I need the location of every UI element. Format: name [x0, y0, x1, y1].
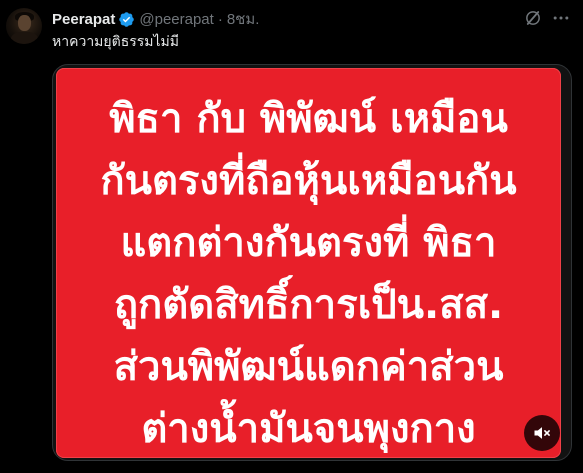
- verified-badge-icon: [118, 11, 135, 28]
- avatar-body: [11, 32, 38, 44]
- speaker-muted-icon: [534, 427, 550, 439]
- avatar[interactable]: [6, 8, 42, 44]
- video-text-line: ส่วนพิพัฒน์แดกค่าส่วน: [113, 344, 504, 390]
- video-text-line: พิธา กับ พิพัฒน์ เหมือน: [109, 96, 508, 142]
- mute-button[interactable]: [524, 415, 560, 451]
- user-handle[interactable]: @peerapat: [139, 11, 213, 28]
- video-text-line: กันตรงที่ถือหุ้นเหมือนกัน: [100, 158, 517, 204]
- video-text-block: พิธา กับ พิพัฒน์ เหมือน กันตรงที่ถือหุ้น…: [56, 88, 561, 460]
- video-text-line: แตกต่างกันตรงที่ พิธา: [120, 220, 497, 266]
- video-frame: พิธา กับ พิพัฒน์ เหมือน กันตรงที่ถือหุ้น…: [56, 68, 561, 458]
- grok-icon[interactable]: [524, 9, 542, 27]
- display-name[interactable]: Peerapat: [52, 11, 115, 28]
- post-time[interactable]: 8ชม.: [227, 7, 260, 31]
- more-icon[interactable]: [551, 8, 571, 28]
- avatar-face: [18, 15, 31, 31]
- tweet[interactable]: Peerapat @peerapat · 8ชม. หาความยุติธรรม…: [0, 0, 583, 473]
- video-player[interactable]: พิธา กับ พิพัฒน์ เหมือน กันตรงที่ถือหุ้น…: [52, 64, 572, 461]
- tweet-header: Peerapat @peerapat · 8ชม.: [52, 9, 259, 29]
- tweet-text: หาความยุติธรรมไม่มี: [52, 34, 180, 50]
- video-text-line: ต่างน้ำมันจนพุงกาง: [141, 406, 476, 452]
- video-text-line: ถูกตัดสิทธิ์การเป็น.สส.: [113, 282, 504, 328]
- separator-dot: ·: [217, 10, 223, 28]
